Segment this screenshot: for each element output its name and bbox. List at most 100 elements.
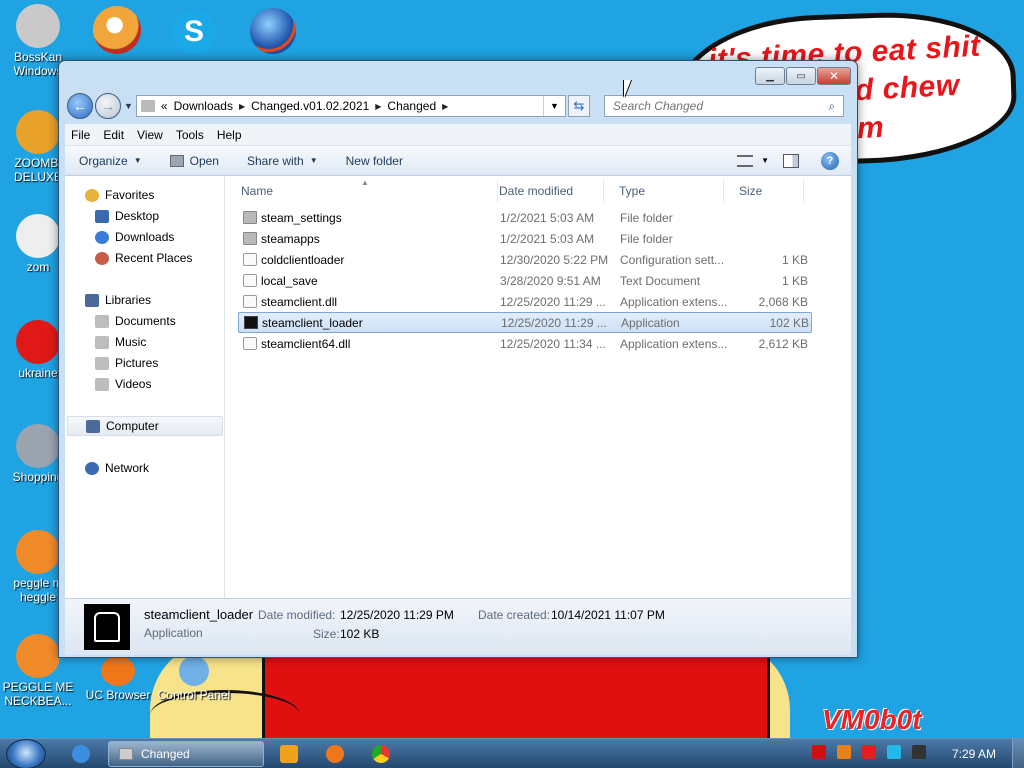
menu-file[interactable]: File <box>71 128 90 142</box>
details-file-name: steamclient_loader <box>144 607 254 622</box>
clock[interactable]: 7:29 AM <box>952 747 996 761</box>
start-button[interactable] <box>6 739 46 768</box>
nav-videos[interactable]: Videos <box>95 374 151 394</box>
file-name: steam_settings <box>261 210 342 225</box>
search-input[interactable] <box>612 99 821 113</box>
taskbar-task-explorer[interactable]: Changed <box>108 741 264 767</box>
breadcrumb-overflow[interactable]: « <box>161 99 168 113</box>
new-folder-button[interactable]: New folder <box>346 154 403 168</box>
menu-view[interactable]: View <box>137 128 163 142</box>
file-row[interactable]: steamapps 1/2/2021 5:03 AM File folder <box>238 228 812 249</box>
column-header-name[interactable]: Name ▲ <box>226 178 498 202</box>
close-button[interactable]: ✕ <box>817 67 851 85</box>
search-icon[interactable]: ⌕ <box>821 99 843 114</box>
menu-help[interactable]: Help <box>217 128 242 142</box>
taskbar-uc-browser[interactable] <box>312 742 358 766</box>
peggle-icon[interactable] <box>93 6 141 54</box>
recent-places-icon <box>95 251 109 265</box>
address-dropdown-icon[interactable]: ▼ <box>543 96 565 116</box>
file-type: Application extens... <box>620 294 728 309</box>
breadcrumb-arrow-icon[interactable]: ▶ <box>375 102 381 111</box>
preview-pane-icon[interactable] <box>783 153 799 168</box>
nav-favorites[interactable]: Favorites <box>85 185 154 205</box>
nav-pictures[interactable]: Pictures <box>95 353 158 373</box>
uc-browser-icon <box>326 745 344 763</box>
column-header-type[interactable]: Type <box>604 180 724 202</box>
desktop-icon-control-panel[interactable]: Control Panel <box>156 656 232 702</box>
volume-tray-icon[interactable] <box>912 745 926 759</box>
organize-button[interactable]: Organize ▼ <box>79 154 142 168</box>
file-row[interactable]: coldclientloader 12/30/2020 5:22 PM Config… <box>238 249 812 270</box>
menu-tools[interactable]: Tools <box>176 128 204 142</box>
column-label: Type <box>619 184 646 198</box>
nav-documents[interactable]: Documents <box>95 311 176 331</box>
breadcrumb-arrow-icon[interactable]: ▶ <box>239 102 245 111</box>
column-header-size[interactable]: Size <box>724 180 804 202</box>
details-file-type: Application <box>144 626 203 640</box>
search-box[interactable]: ⌕ <box>603 95 844 117</box>
file-icon <box>243 274 257 287</box>
desktop-icon-uc-browser[interactable]: UC Browser <box>80 656 156 702</box>
breadcrumb-downloads[interactable]: Downloads <box>174 99 233 113</box>
nav-network[interactable]: Network <box>85 458 149 478</box>
nav-libraries[interactable]: Libraries <box>85 290 151 310</box>
file-row[interactable]: local_save 3/28/2020 9:51 AM Text Document… <box>238 270 812 291</box>
column-label: Date modified <box>499 184 574 198</box>
share-with-button[interactable]: Share with ▼ <box>247 154 318 168</box>
file-row[interactable]: steam_settings 1/2/2021 5:03 AM File folde… <box>238 207 812 228</box>
desktop-app-icon <box>16 214 60 258</box>
breadcrumb-changed-version[interactable]: Changed.v01.02.2021 <box>251 99 369 113</box>
nav-recent-places[interactable]: Recent Places <box>95 248 192 268</box>
nav-music[interactable]: Music <box>95 332 146 352</box>
back-button[interactable]: ← <box>67 93 93 119</box>
file-row[interactable]: steamclient.dll 12/25/2020 11:29 ... Appli… <box>238 291 812 312</box>
breadcrumb-changed[interactable]: Changed <box>387 99 436 113</box>
file-type: Application <box>621 315 680 330</box>
nav-desktop[interactable]: Desktop <box>95 206 159 226</box>
media-player-icon <box>280 745 298 763</box>
taskbar-internet-explorer[interactable] <box>58 742 104 766</box>
search-tray-icon[interactable] <box>837 745 851 759</box>
breadcrumb-arrow-icon[interactable]: ▶ <box>442 102 448 111</box>
file-row[interactable]: steamclient64.dll 12/25/2020 11:34 ... App… <box>238 333 812 354</box>
file-name: steamapps <box>261 231 320 246</box>
skype-icon[interactable]: S <box>172 10 216 54</box>
file-name: local_save <box>261 273 318 288</box>
taskbar-chrome[interactable] <box>358 742 404 766</box>
taskbar-media-player[interactable] <box>266 742 312 766</box>
menu-edit[interactable]: Edit <box>103 128 124 142</box>
nav-downloads[interactable]: Downloads <box>95 227 174 247</box>
v-tray-icon[interactable] <box>812 745 826 759</box>
documents-icon <box>95 314 109 328</box>
explorer-window[interactable]: ▁ ▭ ✕ ← → ▼ « Downloads ▶ Changed.v01.02… <box>58 60 858 658</box>
file-date-modified: 1/2/2021 5:03 AM <box>500 231 595 246</box>
nav-label: Network <box>105 461 150 475</box>
libraries-icon <box>85 293 99 307</box>
desktop-app-icon <box>16 4 60 48</box>
help-icon[interactable]: ? <box>821 151 839 170</box>
nav-computer[interactable]: Computer <box>67 416 223 436</box>
column-header-date-modified[interactable]: Date modified <box>484 180 604 202</box>
view-dropdown-icon[interactable]: ▼ <box>761 156 769 165</box>
flag-tray-icon[interactable] <box>862 745 876 759</box>
monitor-tray-icon[interactable] <box>887 745 901 759</box>
maximize-button[interactable]: ▭ <box>786 67 816 85</box>
folder-icon <box>243 211 257 224</box>
minimize-button[interactable]: ▁ <box>755 67 785 85</box>
open-label: Open <box>189 153 219 168</box>
file-icon <box>243 337 257 350</box>
file-date-modified: 1/2/2021 5:03 AM <box>500 210 595 225</box>
open-button[interactable]: Open <box>169 153 219 168</box>
forward-button[interactable]: → <box>95 93 121 119</box>
recent-pages-dropdown[interactable]: ▼ <box>124 101 133 111</box>
address-bar[interactable]: « Downloads ▶ Changed.v01.02.2021 ▶ Chan… <box>135 95 566 117</box>
show-desktop-button[interactable] <box>1012 739 1024 768</box>
view-options-icon[interactable] <box>737 154 754 167</box>
file-date-modified: 3/28/2020 9:51 AM <box>500 273 601 288</box>
browser-globe-icon[interactable] <box>250 8 296 54</box>
file-row[interactable]: steamclient_loader 12/25/2020 11:29 ... Ap… <box>238 312 812 333</box>
file-name: steamclient_loader <box>262 315 363 330</box>
refresh-button[interactable]: ⇆ <box>567 95 590 117</box>
caption-buttons: ▁ ▭ ✕ <box>754 67 851 85</box>
network-icon <box>85 461 99 475</box>
